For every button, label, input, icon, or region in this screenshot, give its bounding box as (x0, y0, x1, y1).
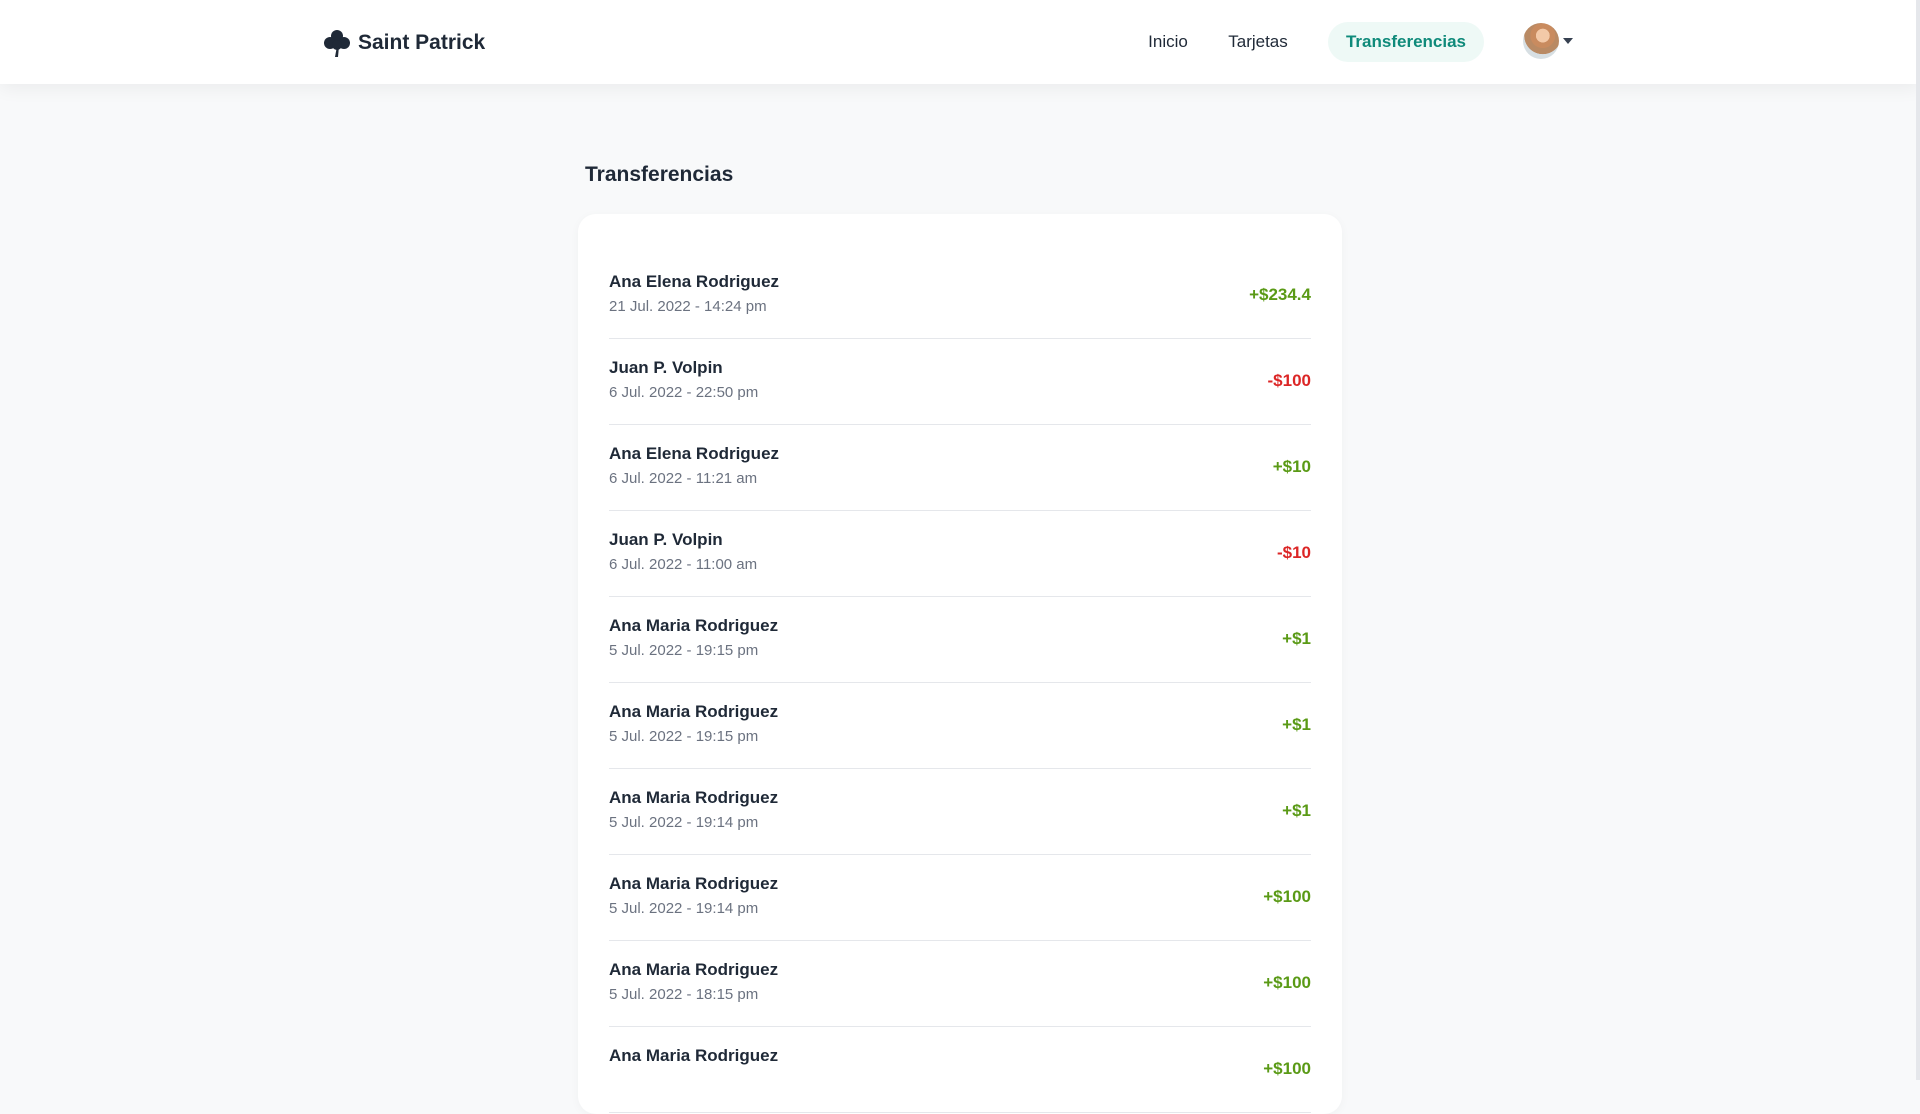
transfer-name: Ana Maria Rodriguez (609, 702, 779, 721)
transfer-name: Ana Maria Rodriguez (609, 960, 779, 979)
transfer-row[interactable]: Ana Maria Rodriguez 5 Jul. 2022 - 19:15 p… (609, 683, 1311, 769)
transfer-name: Ana Elena Rodriguez (609, 272, 780, 291)
transfer-amount: +$100 (1263, 887, 1311, 906)
transfer-name: Juan P. Volpin (609, 530, 723, 549)
transfer-row[interactable]: Ana Maria Rodriguez 5 Jul. 2022 - 19:14 p… (609, 769, 1311, 855)
transfer-row[interactable]: Ana Maria Rodriguez 5 Jul. 2022 - 18:15 p… (609, 941, 1311, 1027)
transfer-name: Ana Maria Rodriguez (609, 1046, 779, 1065)
transfer-name: Ana Elena Rodriguez (609, 444, 780, 463)
transfer-row[interactable]: Ana Maria Rodriguez +$100 (609, 1027, 1311, 1113)
page-scrollbar[interactable] (1916, 0, 1920, 1080)
profile-menu[interactable] (1523, 22, 1573, 60)
transfer-row[interactable]: Ana Elena Rodriguez 6 Jul. 2022 - 11:21 a… (609, 425, 1311, 511)
transfer-row[interactable]: Juan P. Volpin 6 Jul. 2022 - 11:00 am -$10 (609, 511, 1311, 597)
brand-name: Saint Patrick (358, 31, 486, 54)
transfer-name: Ana Maria Rodriguez (609, 874, 779, 893)
transfer-date: 5 Jul. 2022 - 19:15 pm (609, 642, 759, 659)
transfer-amount: -$10 (1276, 543, 1311, 562)
transfer-amount: -$100 (1267, 371, 1311, 390)
transfer-row[interactable]: Ana Elena Rodriguez 21 Jul. 2022 - 14:24 … (609, 253, 1311, 339)
transfer-date: 5 Jul. 2022 - 19:14 pm (609, 900, 759, 917)
transfer-name: Ana Maria Rodriguez (609, 788, 779, 807)
transfer-date: 21 Jul. 2022 - 14:24 pm (609, 298, 767, 315)
transfer-name: Juan P. Volpin (609, 358, 723, 377)
page-title: Transferencias (585, 163, 734, 186)
transfer-date: 6 Jul. 2022 - 22:50 pm (609, 384, 759, 401)
transfer-amount: +$1 (1282, 801, 1311, 820)
transfer-amount: +$100 (1263, 973, 1311, 992)
caret-down-icon[interactable] (1563, 38, 1573, 44)
transfer-row[interactable]: Ana Maria Rodriguez 5 Jul. 2022 - 19:15 p… (609, 597, 1311, 683)
transfer-row[interactable]: Juan P. Volpin 6 Jul. 2022 - 22:50 pm -$10… (609, 339, 1311, 425)
nav-inicio[interactable]: Inicio (1138, 22, 1198, 62)
brand-logo[interactable]: Saint Patrick (322, 26, 485, 60)
transfer-name: Ana Maria Rodriguez (609, 616, 779, 635)
transfer-amount: +$1 (1282, 715, 1311, 734)
transfer-date: 6 Jul. 2022 - 11:21 am (609, 470, 758, 487)
transfer-row[interactable]: Ana Maria Rodriguez 5 Jul. 2022 - 19:14 p… (609, 855, 1311, 941)
nav-tarjetas[interactable]: Tarjetas (1222, 22, 1294, 62)
transfer-amount: +$234.4 (1249, 285, 1311, 304)
transfer-date: 5 Jul. 2022 - 19:14 pm (609, 814, 759, 831)
user-avatar[interactable] (1523, 23, 1559, 59)
nav-transferencias[interactable]: Transferencias (1328, 22, 1484, 62)
top-navbar: Saint Patrick Inicio Tarjetas Transferen… (0, 0, 1920, 84)
transfer-date: 5 Jul. 2022 - 19:15 pm (609, 728, 759, 745)
transfer-amount: +$1 (1282, 629, 1311, 648)
transfer-date: 6 Jul. 2022 - 11:00 am (609, 556, 758, 573)
transfer-date: 5 Jul. 2022 - 18:15 pm (609, 986, 759, 1003)
transfer-amount: +$10 (1272, 457, 1311, 476)
transfer-amount: +$100 (1263, 1059, 1311, 1078)
clover-icon (324, 30, 350, 57)
